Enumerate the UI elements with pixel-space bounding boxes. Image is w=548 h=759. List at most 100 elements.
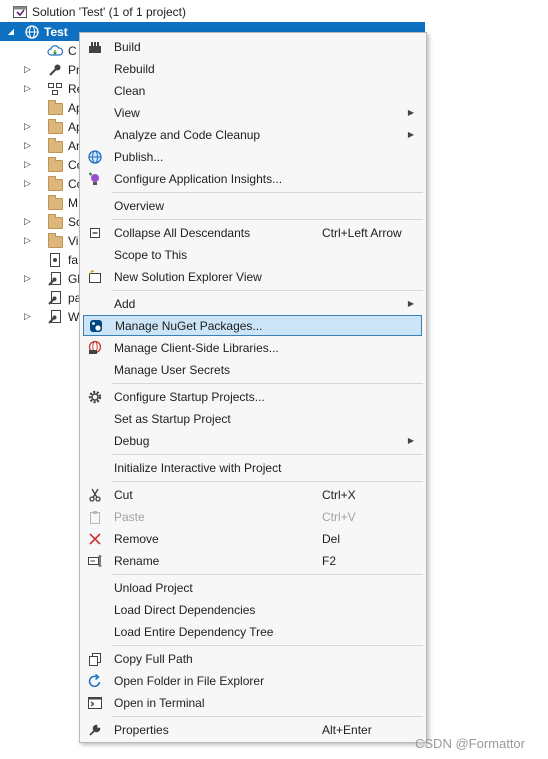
- menu-item-open-folder[interactable]: Open Folder in File Explorer: [83, 670, 422, 691]
- tree-item[interactable]: ▷ Re: [0, 79, 83, 98]
- gear-icon: [87, 389, 103, 405]
- expand-arrow-icon[interactable]: ▷: [24, 83, 34, 94]
- tree-item[interactable]: pa: [0, 288, 81, 307]
- menu-item-rebuild[interactable]: Rebuild: [83, 58, 422, 79]
- wrench-icon: [87, 722, 103, 738]
- folder-icon: [47, 175, 63, 192]
- menu-item-set-startup[interactable]: Set as Startup Project: [83, 408, 422, 429]
- expand-arrow-icon[interactable]: ▷: [24, 235, 34, 246]
- menu-label: Analyze and Code Cleanup: [114, 127, 261, 142]
- watermark: CSDN @Formattor: [415, 736, 525, 751]
- file-icon: [47, 252, 63, 268]
- menu-separator: [112, 192, 423, 193]
- menu-label: Publish...: [114, 149, 164, 164]
- menu-label: Manage NuGet Packages...: [115, 318, 263, 333]
- expand-arrow-icon[interactable]: ▷: [24, 140, 34, 151]
- menu-label: Overview: [114, 198, 165, 213]
- tree-item-label: Vi: [68, 233, 79, 248]
- menu-label: Manage Client-Side Libraries...: [114, 340, 279, 355]
- menu-item-clean[interactable]: Clean: [83, 80, 422, 101]
- menu-label: Scope to This: [114, 247, 188, 262]
- tree-item[interactable]: ▷ Ar: [0, 136, 80, 155]
- expand-arrow-icon[interactable]: ▷: [24, 311, 34, 322]
- menu-item-properties[interactable]: Properties Alt+Enter: [83, 719, 422, 740]
- tree-item[interactable]: C: [0, 41, 80, 60]
- solution-title: Solution 'Test' (1 of 1 project): [32, 4, 186, 19]
- menu-item-user-secrets[interactable]: Manage User Secrets: [83, 359, 422, 380]
- tree-item[interactable]: ▷ Co: [0, 155, 83, 174]
- expand-arrow-icon[interactable]: ▷: [24, 121, 34, 132]
- tree-item-label: W: [68, 309, 80, 324]
- menu-shortcut: Del: [322, 531, 341, 546]
- menu-item-copy-path[interactable]: Copy Full Path: [83, 648, 422, 669]
- wrench-icon: [47, 62, 63, 78]
- menu-item-unload[interactable]: Unload Project: [83, 577, 422, 598]
- expand-arrow-icon[interactable]: ▷: [24, 159, 34, 170]
- menu-item-nuget[interactable]: Manage NuGet Packages...: [83, 315, 422, 336]
- tree-item[interactable]: M: [0, 193, 80, 212]
- menu-label: Properties: [114, 722, 169, 737]
- menu-shortcut: Ctrl+Left Arrow: [322, 225, 402, 240]
- menu-item-rename[interactable]: Rename F2: [83, 550, 422, 571]
- tree-item[interactable]: ▷ Gl: [0, 269, 80, 288]
- menu-item-new-view[interactable]: New Solution Explorer View: [83, 266, 422, 287]
- tree-item[interactable]: ▷ Pr: [0, 60, 80, 79]
- menu-label: Clean: [114, 83, 146, 98]
- nuget-icon: [88, 318, 104, 334]
- expand-arrow-icon[interactable]: ▷: [24, 216, 34, 227]
- menu-item-view[interactable]: View ▶: [83, 102, 422, 123]
- menu-item-build[interactable]: Build: [83, 36, 422, 57]
- folder-icon: [47, 194, 63, 211]
- expand-arrow-icon[interactable]: ▷: [24, 273, 34, 284]
- menu-item-paste[interactable]: Paste Ctrl+V: [83, 506, 422, 527]
- expand-arrow-icon[interactable]: ▷: [24, 64, 34, 75]
- menu-label: Collapse All Descendants: [114, 225, 251, 240]
- tree-item[interactable]: ▷ Sc: [0, 212, 82, 231]
- collapse-arrow-icon[interactable]: ◢: [6, 27, 16, 36]
- menu-item-analyze[interactable]: Analyze and Code Cleanup ▶: [83, 124, 422, 145]
- menu-item-collapse-all[interactable]: Collapse All Descendants Ctrl+Left Arrow: [83, 222, 422, 243]
- menu-shortcut: F2: [322, 553, 337, 568]
- menu-item-insights[interactable]: Configure Application Insights...: [83, 168, 422, 189]
- tree-item[interactable]: Ap: [0, 98, 83, 117]
- lightbulb-icon: [87, 171, 103, 187]
- menu-label: Load Entire Dependency Tree: [114, 624, 274, 639]
- menu-item-scope[interactable]: Scope to This: [83, 244, 422, 265]
- terminal-icon: [87, 695, 103, 711]
- menu-item-cut[interactable]: Cut Ctrl+X: [83, 484, 422, 505]
- menu-separator: [112, 716, 423, 717]
- menu-label: Open Folder in File Explorer: [114, 673, 265, 688]
- tree-item[interactable]: ▷ Ap: [0, 117, 83, 136]
- folder-icon: [47, 213, 63, 230]
- tree-item[interactable]: ▷ W: [0, 307, 80, 326]
- menu-item-remove[interactable]: Remove Del: [83, 528, 422, 549]
- cloud-icon: [47, 43, 63, 59]
- menu-item-load-tree[interactable]: Load Entire Dependency Tree: [83, 621, 422, 642]
- expand-arrow-icon[interactable]: ▷: [24, 178, 34, 189]
- menu-item-publish[interactable]: Publish...: [83, 146, 422, 167]
- project-name: Test: [44, 24, 68, 39]
- menu-item-open-terminal[interactable]: Open in Terminal: [83, 692, 422, 713]
- menu-item-debug[interactable]: Debug ▶: [83, 430, 422, 451]
- menu-item-client-libraries[interactable]: Manage Client-Side Libraries...: [83, 337, 422, 358]
- tree-item[interactable]: ▷ Vi: [0, 231, 80, 250]
- solution-node[interactable]: Solution 'Test' (1 of 1 project): [12, 2, 186, 21]
- tree-item-label: fa: [68, 252, 79, 267]
- build-icon: [87, 39, 103, 55]
- refresh-arrow-icon: [87, 673, 103, 689]
- references-icon: [47, 81, 63, 97]
- menu-item-add[interactable]: Add ▶: [83, 293, 422, 314]
- menu-item-startup-projects[interactable]: Configure Startup Projects...: [83, 386, 422, 407]
- globe-icon: [87, 149, 103, 165]
- menu-item-overview[interactable]: Overview: [83, 195, 422, 216]
- menu-item-load-direct[interactable]: Load Direct Dependencies: [83, 599, 422, 620]
- tree-item-label: C: [68, 43, 77, 58]
- folder-icon: [47, 156, 63, 173]
- tree-item[interactable]: ▷ Co: [0, 174, 83, 193]
- menu-item-interactive[interactable]: Initialize Interactive with Project: [83, 457, 422, 478]
- menu-shortcut: Ctrl+V: [322, 509, 356, 524]
- menu-label: Remove: [114, 531, 159, 546]
- tree-item-label: M: [68, 195, 78, 210]
- menu-separator: [112, 574, 423, 575]
- tree-item[interactable]: fa: [0, 250, 80, 269]
